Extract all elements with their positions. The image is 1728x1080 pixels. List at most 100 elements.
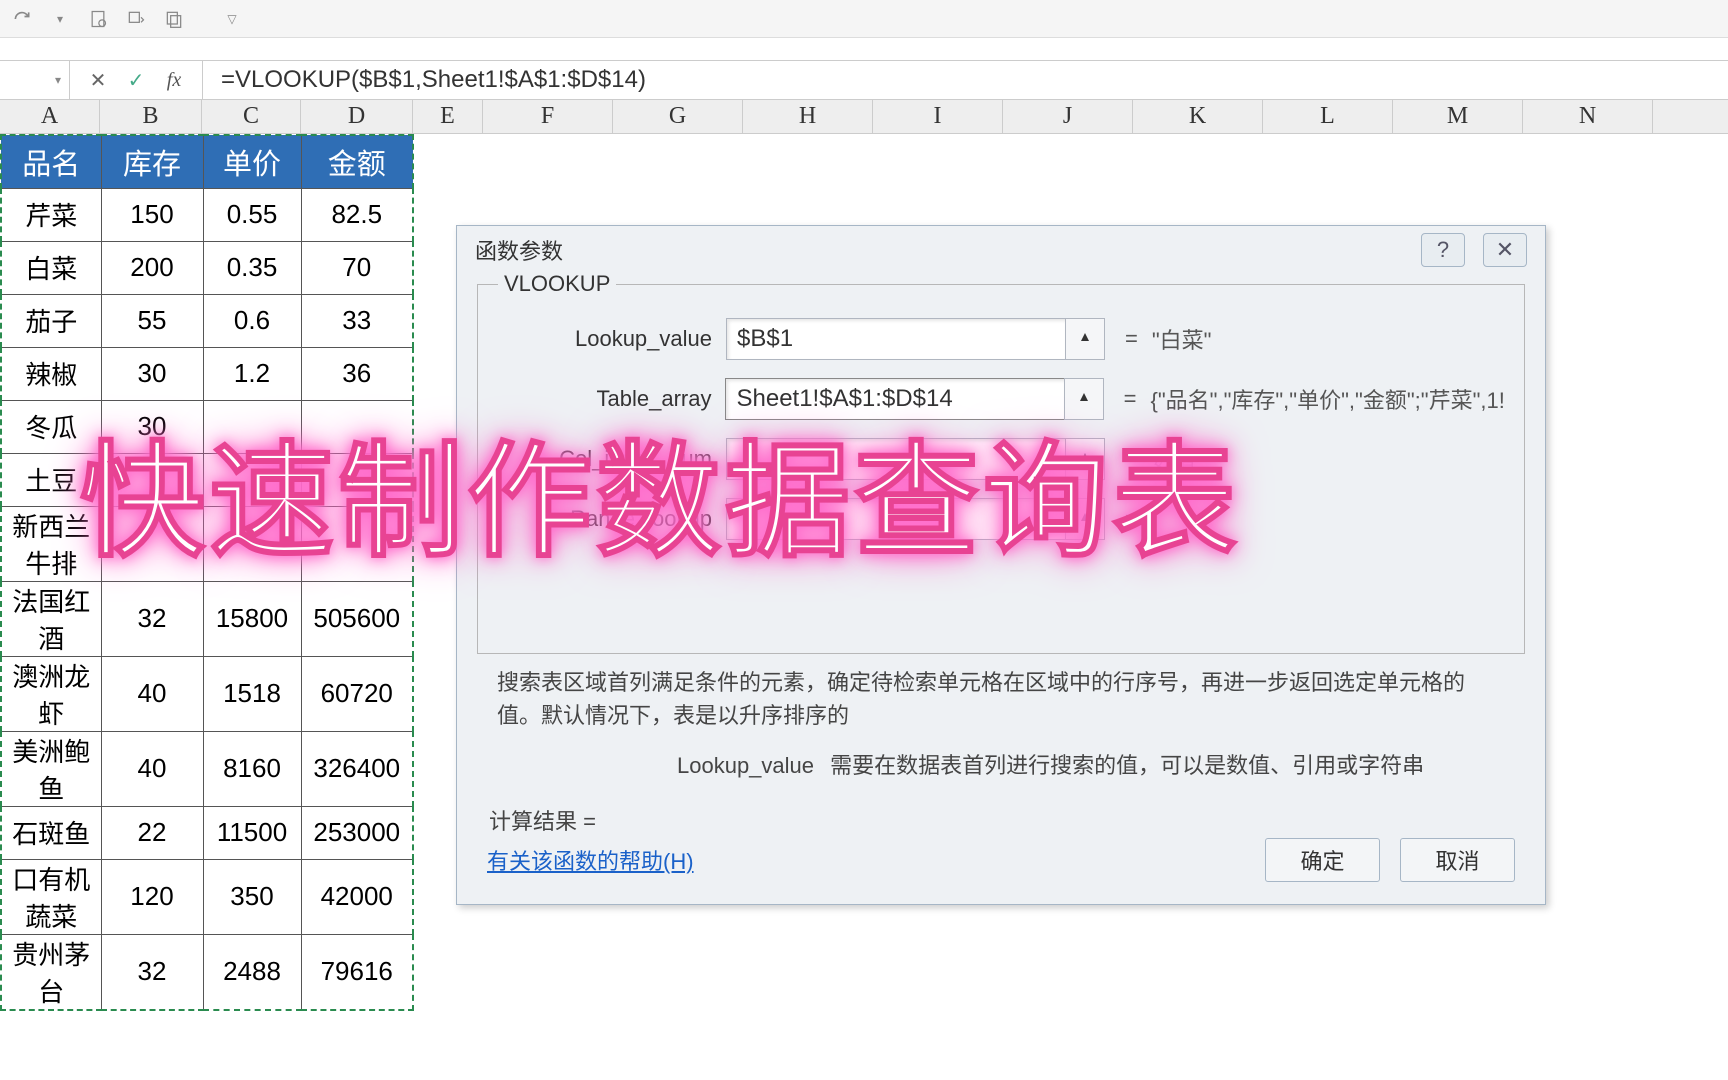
range-select-button[interactable] [1065,438,1105,480]
col-header-c[interactable]: C [202,100,301,133]
dialog-titlebar[interactable]: 函数参数 ? ✕ [457,226,1545,274]
cell[interactable] [203,506,301,581]
cell[interactable]: 辣椒 [1,347,101,400]
cell[interactable]: 15800 [203,581,301,656]
col-header-b[interactable]: B [100,100,202,133]
cell[interactable]: 30 [101,347,203,400]
toolbar-icon-3[interactable] [162,7,186,31]
fx-button[interactable]: fx [160,66,188,94]
cell[interactable]: 79616 [301,934,413,1010]
col-header-j[interactable]: J [1003,100,1133,133]
dialog-help-button[interactable]: ? [1421,233,1465,267]
cell[interactable] [301,506,413,581]
table-row[interactable]: 法国红酒3215800505600 [1,581,413,656]
param-input[interactable] [726,438,1066,480]
table-row[interactable]: 澳洲龙虾40151860720 [1,656,413,731]
cell[interactable]: 土豆 [1,453,101,506]
cell[interactable]: 30 [101,400,203,453]
col-header-d[interactable]: D [301,100,413,133]
redo-button[interactable] [10,7,34,31]
range-select-button[interactable] [1065,498,1105,540]
col-header-h[interactable]: H [743,100,873,133]
table-row[interactable]: 冬瓜30 [1,400,413,453]
cancel-formula-button[interactable]: ✕ [84,66,112,94]
cell[interactable]: 茄子 [1,294,101,347]
cell[interactable]: 505600 [301,581,413,656]
param-input[interactable]: Sheet1!$A$1:$D$14 [725,378,1064,420]
table-row[interactable]: 贵州茅台32248879616 [1,934,413,1010]
cell[interactable]: 70 [301,241,413,294]
param-input[interactable]: $B$1 [726,318,1066,360]
col-header-f[interactable]: F [483,100,613,133]
table-row[interactable]: 石斑鱼2211500253000 [1,806,413,859]
cell[interactable]: 澳洲龙虾 [1,656,101,731]
cell[interactable]: 82.5 [301,188,413,241]
table-row[interactable]: 新西兰牛排 [1,506,413,581]
cell[interactable]: 32 [101,581,203,656]
col-header-e[interactable]: E [413,100,483,133]
cell[interactable]: 42000 [301,859,413,934]
cell[interactable]: 40 [101,731,203,806]
cell[interactable]: 白菜 [1,241,101,294]
table-row[interactable]: 辣椒301.236 [1,347,413,400]
table-row[interactable]: 美洲鲍鱼408160326400 [1,731,413,806]
cell[interactable]: 60720 [301,656,413,731]
print-preview-icon[interactable] [86,7,110,31]
cell[interactable] [101,506,203,581]
ok-button[interactable]: 确定 [1265,838,1380,882]
col-header-n[interactable]: N [1523,100,1653,133]
cell[interactable]: 芹菜 [1,188,101,241]
cell[interactable]: 新西兰牛排 [1,506,101,581]
cell[interactable]: 350 [203,859,301,934]
cell[interactable]: 法国红酒 [1,581,101,656]
table-row[interactable]: 白菜2000.3570 [1,241,413,294]
cell[interactable]: 11500 [203,806,301,859]
cell[interactable]: 150 [101,188,203,241]
table-row[interactable]: 芹菜1500.5582.5 [1,188,413,241]
cell[interactable]: 32 [101,934,203,1010]
cell[interactable]: 253000 [301,806,413,859]
cell[interactable]: 0.6 [203,294,301,347]
cell[interactable]: 1518 [203,656,301,731]
param-input[interactable] [726,498,1066,540]
table-row[interactable]: 茄子550.633 [1,294,413,347]
range-select-button[interactable] [1064,378,1104,420]
table-row[interactable]: 口有机蔬菜12035042000 [1,859,413,934]
cell[interactable]: 22 [101,806,203,859]
toolbar-icon-2[interactable] [124,7,148,31]
cell[interactable]: 326400 [301,731,413,806]
cell[interactable]: 贵州茅台 [1,934,101,1010]
confirm-formula-button[interactable]: ✓ [122,66,150,94]
cell[interactable]: 40 [101,656,203,731]
range-select-button[interactable] [1065,318,1105,360]
col-header-k[interactable]: K [1133,100,1263,133]
formula-input[interactable]: =VLOOKUP($B$1,Sheet1!$A$1:$D$14) [203,61,1728,99]
col-header-g[interactable]: G [613,100,743,133]
cell[interactable]: 石斑鱼 [1,806,101,859]
cell[interactable]: 8160 [203,731,301,806]
customize-dropdown-icon[interactable]: ▽ [220,7,244,31]
cell[interactable]: 0.55 [203,188,301,241]
function-help-link[interactable]: 有关该函数的帮助(H) [487,844,694,876]
cell[interactable]: 200 [101,241,203,294]
cell[interactable]: 2488 [203,934,301,1010]
table-row[interactable]: 土豆 [1,453,413,506]
cell[interactable] [301,453,413,506]
cell[interactable]: 33 [301,294,413,347]
dialog-close-button[interactable]: ✕ [1483,233,1527,267]
col-header-i[interactable]: I [873,100,1003,133]
cancel-button[interactable]: 取消 [1400,838,1515,882]
name-box[interactable] [0,61,70,99]
cell[interactable]: 36 [301,347,413,400]
cell[interactable]: 0.35 [203,241,301,294]
cell[interactable] [203,453,301,506]
dropdown-icon[interactable]: ▾ [48,7,72,31]
col-header-l[interactable]: L [1263,100,1393,133]
cell[interactable] [203,400,301,453]
cell[interactable] [301,400,413,453]
cell[interactable]: 55 [101,294,203,347]
cell[interactable]: 冬瓜 [1,400,101,453]
cell[interactable]: 口有机蔬菜 [1,859,101,934]
col-header-a[interactable]: A [0,100,100,133]
cell[interactable]: 美洲鲍鱼 [1,731,101,806]
